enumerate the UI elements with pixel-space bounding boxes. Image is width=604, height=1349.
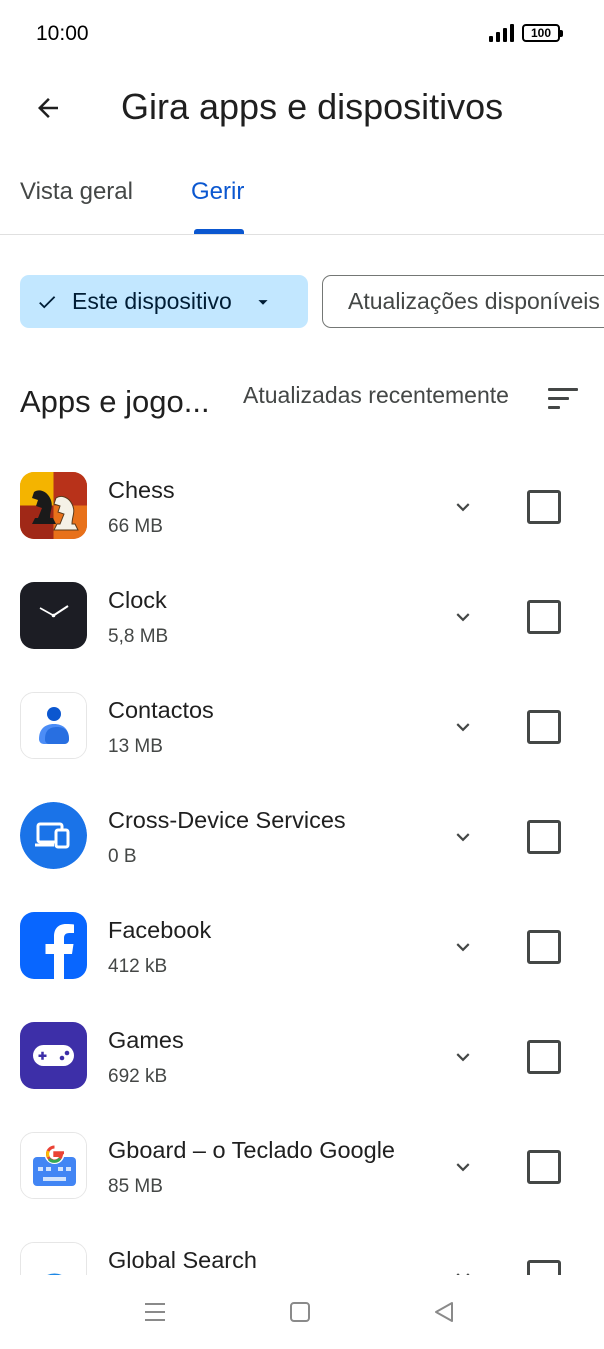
clock-icon	[20, 582, 87, 649]
tab-manage[interactable]: Gerir	[191, 178, 244, 206]
system-nav-bar	[0, 1275, 604, 1349]
expand-chevron-icon[interactable]	[446, 1040, 480, 1074]
app-size: 5,8 MB	[108, 626, 169, 647]
tab-overview[interactable]: Vista geral	[20, 178, 133, 206]
app-name: Chess	[108, 477, 175, 503]
select-checkbox[interactable]	[527, 710, 561, 744]
expand-chevron-icon[interactable]	[446, 930, 480, 964]
signal-icon	[489, 24, 514, 42]
app-row-contacts[interactable]: Contactos 13 MB	[0, 680, 604, 790]
expand-chevron-icon[interactable]	[446, 600, 480, 634]
expand-chevron-icon[interactable]	[446, 710, 480, 744]
app-size: 66 MB	[108, 516, 163, 537]
status-bar: 10:00 100	[0, 0, 604, 70]
app-size: 13 MB	[108, 736, 163, 757]
section-header: Apps e jogo... Atualizadas recentemente	[0, 378, 604, 428]
cross-device-icon	[20, 802, 87, 869]
arrow-back-icon	[38, 98, 58, 118]
app-size: 412 kB	[108, 956, 168, 977]
app-row-clock[interactable]: Clock 5,8 MB	[0, 570, 604, 680]
battery-icon: 100	[522, 24, 563, 42]
updates-filter-label: Atualizações disponíveis	[348, 288, 600, 314]
recents-menu-icon[interactable]	[140, 1297, 170, 1327]
select-checkbox[interactable]	[527, 1040, 561, 1074]
sort-icon[interactable]	[546, 384, 580, 419]
app-row-cross-device[interactable]: Cross-Device Services 0 B	[0, 790, 604, 900]
games-icon	[20, 1022, 87, 1089]
app-name: Facebook	[108, 917, 212, 943]
facebook-icon	[20, 912, 87, 979]
status-icons: 100	[489, 24, 563, 42]
filter-chips: Este dispositivo Atualizações disponívei…	[20, 275, 604, 328]
tab-indicator	[194, 229, 244, 234]
select-checkbox[interactable]	[527, 1150, 561, 1184]
check-icon	[36, 291, 58, 313]
select-checkbox[interactable]	[527, 930, 561, 964]
select-checkbox[interactable]	[527, 490, 561, 524]
app-row-gboard[interactable]: Gboard – o Teclado Google 85 MB	[0, 1120, 604, 1230]
device-filter-label: Este dispositivo	[72, 288, 232, 314]
select-checkbox[interactable]	[527, 600, 561, 634]
expand-chevron-icon[interactable]	[446, 820, 480, 854]
select-checkbox[interactable]	[527, 820, 561, 854]
chess-icon	[20, 472, 87, 539]
app-name: Games	[108, 1027, 184, 1053]
back-button[interactable]	[24, 84, 72, 132]
app-size: 0 B	[108, 846, 137, 867]
app-size: 692 kB	[108, 1066, 168, 1087]
app-name: Clock	[108, 587, 167, 613]
app-name: Contactos	[108, 697, 214, 723]
app-name: Cross-Device Services	[108, 807, 346, 833]
page-title: Gira apps e dispositivos	[121, 86, 504, 127]
updates-filter-chip[interactable]: Atualizações disponíveis	[322, 275, 604, 328]
back-triangle-icon[interactable]	[429, 1297, 459, 1327]
home-square-icon[interactable]	[285, 1297, 315, 1327]
device-filter-chip[interactable]: Este dispositivo	[20, 275, 308, 328]
status-time: 10:00	[36, 22, 89, 45]
global-search-icon	[20, 1242, 87, 1275]
app-bar: Gira apps e dispositivos	[0, 70, 604, 150]
expand-chevron-icon[interactable]	[446, 490, 480, 524]
app-name: Gboard – o Teclado Google	[108, 1137, 395, 1163]
sort-label[interactable]: Atualizadas recentemente	[243, 382, 509, 409]
app-row-global-search[interactable]: Global Search	[0, 1230, 604, 1275]
app-row-facebook[interactable]: Facebook 412 kB	[0, 900, 604, 1010]
app-list: Chess 66 MB Clock 5,8 MB Contactos 13 MB…	[0, 460, 604, 1275]
contacts-icon	[20, 692, 87, 759]
app-size: 85 MB	[108, 1176, 163, 1197]
dropdown-arrow-icon	[252, 291, 274, 313]
app-row-games[interactable]: Games 692 kB	[0, 1010, 604, 1120]
select-checkbox[interactable]	[527, 1260, 561, 1275]
gboard-icon	[20, 1132, 87, 1199]
expand-chevron-icon[interactable]	[446, 1150, 480, 1184]
section-title: Apps e jogo...	[20, 384, 210, 419]
app-name: Global Search	[108, 1247, 257, 1273]
expand-chevron-icon[interactable]	[446, 1260, 480, 1275]
app-row-chess[interactable]: Chess 66 MB	[0, 460, 604, 570]
tab-bar: Vista geral Gerir	[0, 160, 604, 235]
